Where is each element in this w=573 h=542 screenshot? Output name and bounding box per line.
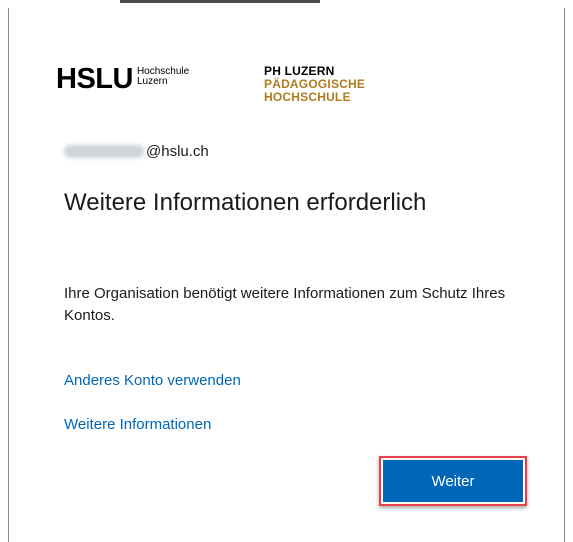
hslu-logo-main: HSLU [56, 63, 133, 95]
account-identity: @hslu.ch [64, 143, 209, 160]
more-information-link[interactable]: Weitere Informationen [64, 416, 211, 433]
hslu-logo-sub-2: Luzern [136, 76, 168, 87]
account-domain: @hslu.ch [146, 143, 209, 160]
page: HSLU Hochschule Luzern PH LUZERN PÄDAGOG… [0, 0, 573, 542]
hslu-logo: HSLU Hochschule Luzern [56, 63, 189, 95]
use-other-account-link[interactable]: Anderes Konto verwenden [64, 372, 241, 389]
page-title: Weitere Informationen erforderlich [64, 189, 427, 216]
page-description: Ihre Organisation benötigt weitere Infor… [64, 285, 506, 324]
hslu-logo-subtext: Hochschule Luzern [137, 67, 189, 87]
logo-row: HSLU Hochschule Luzern PH LUZERN PÄDAGOG… [56, 55, 456, 125]
next-button-highlight: Weiter [379, 456, 527, 506]
ph-logo-line-3: HOCHSCHULE [264, 90, 351, 104]
redacted-username [64, 145, 144, 158]
ph-luzern-logo: PH LUZERN PÄDAGOGISCHE HOCHSCHULE [264, 65, 365, 104]
next-button[interactable]: Weiter [383, 460, 523, 502]
top-divider [120, 0, 320, 3]
